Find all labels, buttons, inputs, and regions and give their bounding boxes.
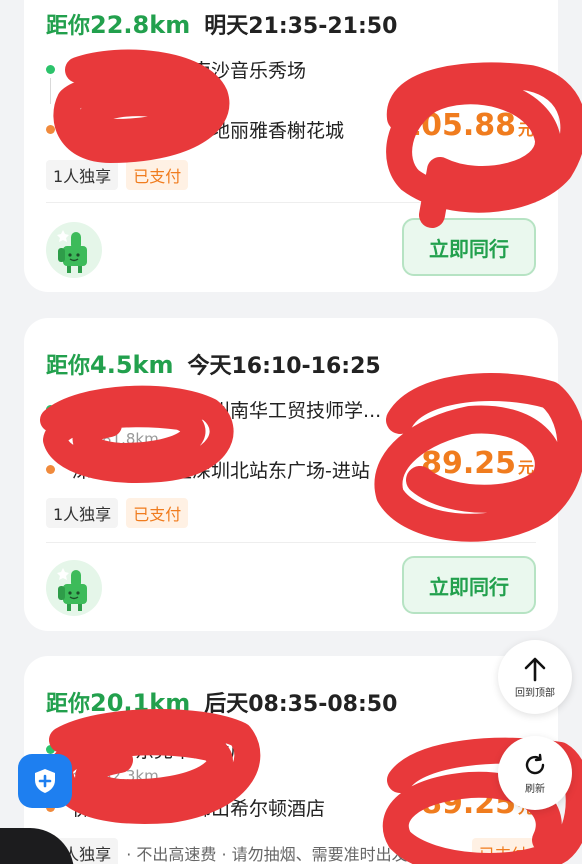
ride-card-3[interactable]: 距你20.1km 后天08:35-08:50 东莞市·东莞华东酒店 全程82.3k… (24, 656, 558, 864)
divider (46, 542, 536, 543)
end-location: 佛山市·禅城区佛山希尔顿酒店 (72, 798, 326, 820)
end-location: 佛山市·南海区绿地丽雅香榭花城 (72, 120, 345, 142)
ride-card-1[interactable]: 距你22.8km 明天21:35-21:50 广州市·南沙区南沙音乐秀场 全程97… (24, 0, 558, 292)
time-window: 明天21:35-21:50 (204, 14, 398, 39)
tag-list: 1人独享 已支付 (46, 160, 189, 190)
seat-tag: 1人独享 (46, 160, 119, 190)
shield-plus-icon (35, 769, 55, 793)
distance-value: 22.8km (90, 11, 191, 39)
route-info: 东莞市·东莞华东酒店 全程82.3km 佛山市·禅城区佛山希尔顿酒店 (46, 734, 386, 834)
start-dot-icon (46, 405, 55, 414)
paid-tag: 已支付 (126, 498, 189, 528)
start-location: 广州市·南沙区广州南华工贸技师学... (72, 400, 382, 422)
total-distance: 全程97.7km (72, 93, 159, 111)
route-info: 广州市·南沙区南沙音乐秀场 全程97.7km 佛山市·南海区绿地丽雅香榭花城 (46, 54, 386, 154)
card-header: 距你20.1km 后天08:35-08:50 (46, 689, 398, 717)
price: 89.25元 (421, 446, 534, 481)
thumbs-up-avatar-icon (46, 222, 102, 278)
distance-value: 4.5km (90, 351, 174, 379)
ride-card-2[interactable]: 距你4.5km 今天16:10-16:25 广州市·南沙区广州南华工贸技师学...… (24, 318, 558, 631)
paid-tag: 已支付 (471, 838, 534, 864)
back-to-top-button[interactable]: 回到顶部 (498, 640, 572, 714)
refresh-icon (525, 753, 545, 774)
safety-center-button[interactable] (18, 754, 72, 808)
time-window: 后天08:35-08:50 (204, 692, 398, 717)
refresh-button[interactable]: 刷新 (498, 736, 572, 810)
end-location: 深圳市·龙华区深圳北站东广场-进站 (72, 460, 370, 482)
distance-value: 20.1km (90, 689, 191, 717)
route-info: 广州市·南沙区广州南华工贸技师学... 全程81.8km 深圳市·龙华区深圳北站… (46, 394, 386, 494)
arrow-up-icon (524, 657, 546, 681)
total-distance: 全程82.3km (72, 767, 159, 785)
seat-tag: 1人独享 (46, 498, 119, 528)
thumbs-up-avatar-icon (46, 560, 102, 616)
end-dot-icon (46, 125, 55, 134)
start-location: 东莞市·东莞华东酒店 (72, 740, 250, 762)
divider (46, 202, 536, 203)
time-window: 今天16:10-16:25 (187, 354, 381, 379)
end-dot-icon (46, 465, 55, 474)
total-distance: 全程81.8km (72, 430, 159, 448)
join-ride-button[interactable]: 立即同行 (402, 556, 536, 614)
tag-list: 1人独享 已支付 (46, 498, 189, 528)
card-header: 距你22.8km 明天21:35-21:50 (46, 11, 398, 39)
paid-tag: 已支付 (126, 160, 189, 190)
join-ride-button[interactable]: 立即同行 (402, 218, 536, 276)
start-dot-icon (46, 745, 55, 754)
price: 105.88 元 (400, 108, 534, 143)
tag-list: 1人独享 · 不出高速费 · 请勿抽烟、需要准时出发 (46, 838, 408, 864)
ride-notes: · 不出高速费 · 请勿抽烟、需要准时出发 (126, 845, 408, 864)
start-location: 广州市·南沙区南沙音乐秀场 (72, 60, 307, 82)
card-header: 距你4.5km 今天16:10-16:25 (46, 351, 381, 379)
start-dot-icon (46, 65, 55, 74)
